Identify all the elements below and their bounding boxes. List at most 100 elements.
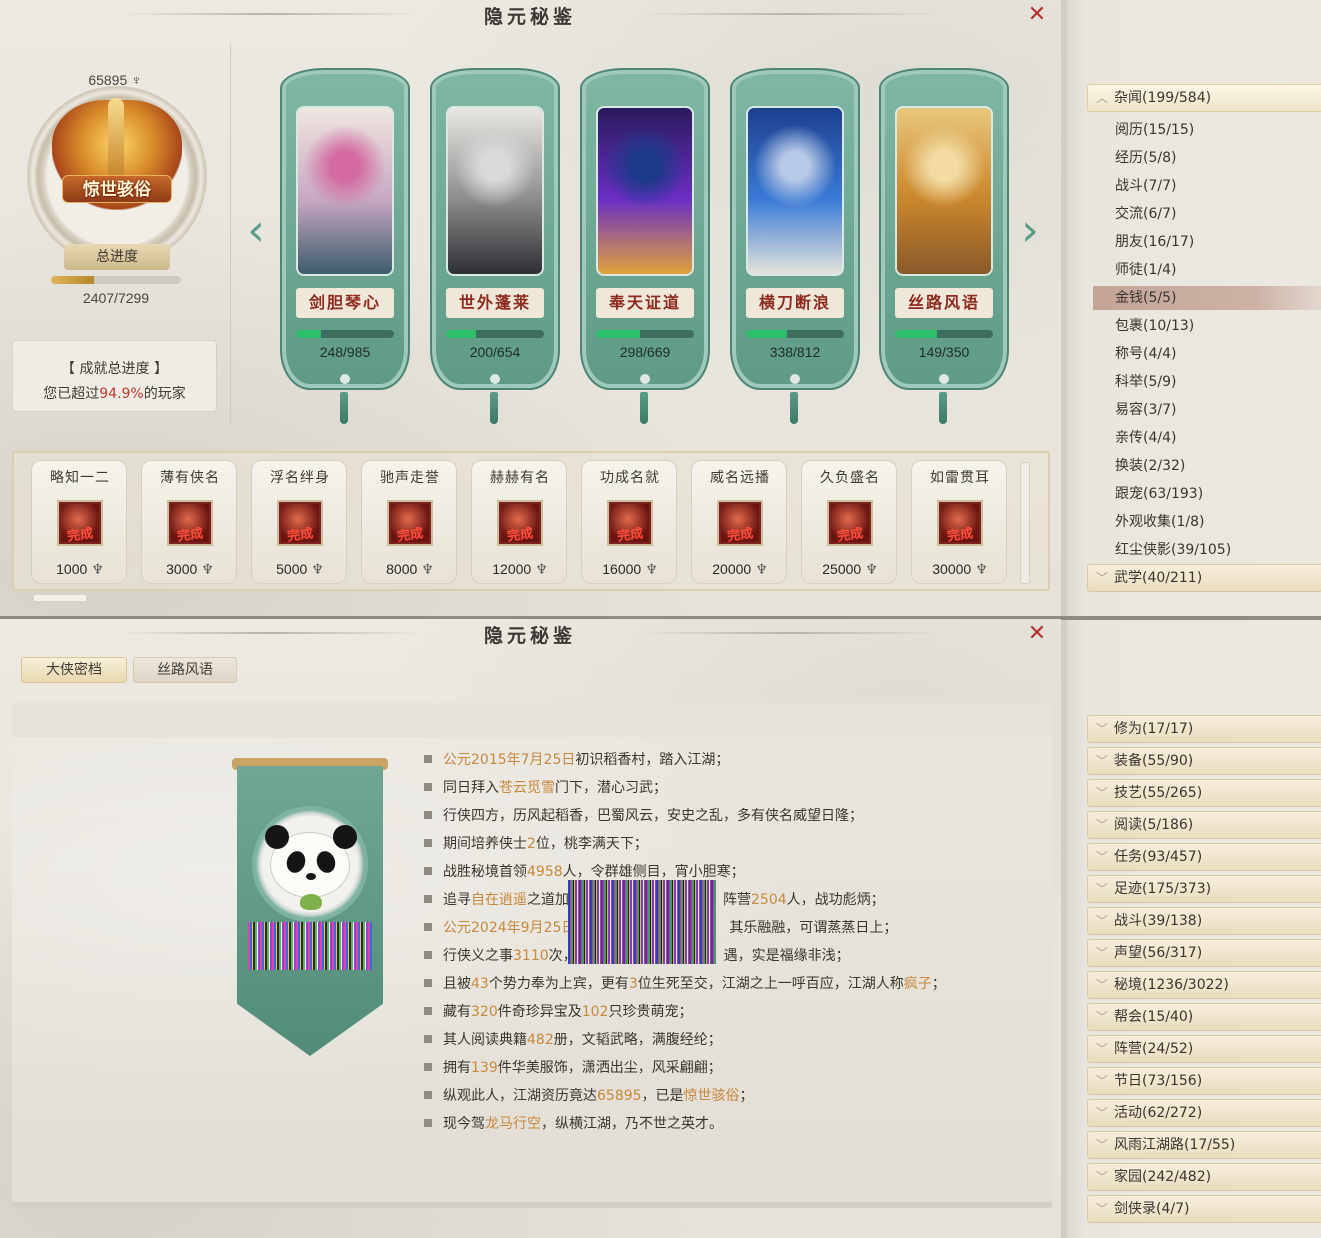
category-header[interactable]: ﹀ 风雨江湖路(17/55) [1087, 1131, 1321, 1159]
category-header[interactable]: ﹀ 家园(242/482) [1087, 1163, 1321, 1191]
milestone-reward-icon: 完成 [167, 500, 213, 546]
achievement-book[interactable]: 丝路风语 149/350 [879, 68, 1009, 390]
category-header[interactable]: ﹀ 装备(55/90) [1087, 747, 1321, 775]
category-header[interactable]: ﹀ 阅读(5/186) [1087, 811, 1321, 839]
category-header[interactable]: ﹀ 足迹(175/373) [1087, 875, 1321, 903]
milestone-name: 赫赫有名 [490, 470, 550, 486]
milestone-card[interactable]: 久负盛名 完成 25000 ♆ [801, 460, 897, 584]
subcategory-item[interactable]: 阅历(15/15) [1115, 118, 1315, 142]
arrow-right-icon[interactable]: › [1020, 208, 1040, 254]
subcategory-item[interactable]: 换装(2/32) [1115, 454, 1315, 478]
story-text: 战胜秘境首领 [443, 864, 527, 880]
close-icon[interactable]: ✕ [1026, 623, 1048, 645]
category-header[interactable]: ﹀ 技艺(55/265) [1087, 779, 1321, 807]
title-bar: 隐元秘鉴 ✕ [0, 619, 1061, 649]
milestone-name: 略知一二 [50, 470, 110, 486]
book-progress-bar [596, 330, 694, 338]
redacted-name-block [248, 922, 372, 970]
subcategory-item[interactable]: 经历(5/8) [1115, 146, 1315, 170]
highlight-text: 公元2015年7月25日 [443, 752, 576, 768]
subcategory-item[interactable]: 师徒(1/4) [1115, 258, 1315, 282]
arrow-left-icon[interactable]: ‹ [246, 208, 266, 254]
milestone-points: 8000 ♆ [362, 561, 458, 578]
story-text: ； [931, 976, 946, 992]
story-line: 藏有320件奇珍异宝及102只珍贵萌宠； [424, 1000, 692, 1024]
category-header[interactable]: ﹀ 阵营(24/52) [1087, 1035, 1321, 1063]
category-header[interactable]: ﹀ 秘境(1236/3022) [1087, 971, 1321, 999]
highlight-text: 2504 [751, 892, 787, 908]
bullet-icon [424, 783, 432, 791]
achievement-book[interactable]: 奉天证道 298/669 [580, 68, 710, 390]
story-text: 之道加 [527, 892, 569, 908]
subcategory-item[interactable]: 红尘侠影(39/105) [1115, 538, 1315, 562]
sword-icon [108, 98, 124, 178]
category-label: 节日(73/156) [1114, 1073, 1203, 1089]
story-text: 追寻 [443, 892, 471, 908]
story-line: 期间培养侠士2位，桃李满天下； [424, 832, 648, 856]
milestone-card[interactable]: 如雷贯耳 完成 30000 ♆ [911, 460, 1007, 584]
story-text: 藏有 [443, 1004, 471, 1020]
milestone-card[interactable]: 薄有侠名 完成 3000 ♆ [141, 460, 237, 584]
milestone-card[interactable]: 功成名就 完成 16000 ♆ [581, 460, 677, 584]
achievement-book[interactable]: 横刀断浪 338/812 [730, 68, 860, 390]
subcategory-item[interactable]: 战斗(7/7) [1115, 174, 1315, 198]
category-label: 修为(17/17) [1114, 721, 1194, 737]
category-header[interactable]: ﹀ 任务(93/457) [1087, 843, 1321, 871]
category-header[interactable]: ﹀ 剑侠录(4/7) [1087, 1195, 1321, 1223]
book-progress-bar [296, 330, 394, 338]
category-header[interactable]: ﹀ 帮会(15/40) [1087, 1003, 1321, 1031]
highlight-text: 65895 [597, 1088, 642, 1104]
achievement-overview-panel: 隐元秘鉴 ✕ 65895 ♆ 惊世骇俗 总进度 2407/7299 【 成就总进… [0, 0, 1061, 619]
subcategory-item[interactable]: 交流(6/7) [1115, 202, 1315, 226]
milestone-points-value: 25000 [822, 561, 862, 577]
tab-silk-road[interactable]: 丝路风语 [133, 657, 237, 683]
category-header[interactable]: ﹀ 声望(56/317) [1087, 939, 1321, 967]
tab-hero-record[interactable]: 大侠密档 [21, 657, 127, 683]
tassel [340, 392, 348, 424]
category-label: 武学(40/211) [1114, 570, 1203, 586]
highlight-text: 3 [628, 976, 638, 992]
chevron-down-icon: ﹀ [1096, 1138, 1109, 1152]
book-progress-fill [296, 330, 321, 338]
category-label: 阅读(5/186) [1114, 817, 1194, 833]
close-icon[interactable]: ✕ [1026, 4, 1048, 26]
milestone-card[interactable]: 赫赫有名 完成 12000 ♆ [471, 460, 567, 584]
category-sidebar-bottom: ﹀ 修为(17/17) ﹀ 装备(55/90) ﹀ 技艺(55/265) ﹀ 阅读(5/186… [1061, 620, 1321, 1238]
milestone-scrollbar[interactable] [1020, 462, 1030, 584]
title-ornament [640, 632, 940, 634]
chevron-down-icon: ﹀ [1096, 754, 1109, 768]
category-header[interactable]: ﹀ 节日(73/156) [1087, 1067, 1321, 1095]
subcategory-item[interactable]: 外观收集(1/8) [1115, 510, 1315, 534]
milestone-card[interactable]: 驰声走誉 完成 8000 ♆ [361, 460, 457, 584]
milestone-card[interactable]: 略知一二 完成 1000 ♆ [31, 460, 127, 584]
category-header[interactable]: ﹀ 武学(40/211) [1087, 564, 1321, 592]
highlight-text: 苍云觅雪 [499, 780, 555, 796]
book-artwork [895, 106, 993, 276]
category-header[interactable]: ﹀ 活动(62/272) [1087, 1099, 1321, 1127]
highlight-text: 482 [527, 1032, 554, 1048]
category-header[interactable]: ﹀ 修为(17/17) [1087, 715, 1321, 743]
story-text: 初识稻香村，踏入江湖； [575, 752, 730, 768]
subcategory-item[interactable]: 朋友(16/17) [1115, 230, 1315, 254]
horizontal-scrollbar[interactable] [33, 594, 87, 602]
divider-line [230, 44, 231, 424]
achievement-book[interactable]: 剑胆琴心 248/985 [280, 68, 410, 390]
milestone-name: 威名远播 [710, 470, 770, 486]
milestone-card[interactable]: 浮名绊身 完成 5000 ♆ [251, 460, 347, 584]
book-title: 横刀断浪 [746, 288, 844, 318]
milestone-points-value: 12000 [492, 561, 532, 577]
milestone-card[interactable]: 威名远播 完成 20000 ♆ [691, 460, 787, 584]
achievement-book[interactable]: 世外蓬莱 200/654 [430, 68, 560, 390]
highlight-text: 43 [471, 976, 489, 992]
story-line: 纵观此人，江湖资历竟达65895，已是惊世骇俗； [424, 1084, 754, 1108]
subcategory-item[interactable]: 跟宠(63/193) [1115, 482, 1315, 506]
subcategory-item[interactable]: 称号(4/4) [1115, 342, 1315, 366]
subcategory-item[interactable]: 科举(5/9) [1115, 370, 1315, 394]
category-header[interactable]: ﹀ 战斗(39/138) [1087, 907, 1321, 935]
book-progress-text: 200/654 [469, 344, 521, 360]
subcategory-item[interactable]: 亲传(4/4) [1115, 426, 1315, 450]
subcategory-item[interactable]: 金钱(5/5) [1093, 286, 1321, 310]
category-header[interactable]: ︿ 杂闻(199/584) [1087, 84, 1321, 112]
subcategory-item[interactable]: 易容(3/7) [1115, 398, 1315, 422]
subcategory-item[interactable]: 包裹(10/13) [1115, 314, 1315, 338]
